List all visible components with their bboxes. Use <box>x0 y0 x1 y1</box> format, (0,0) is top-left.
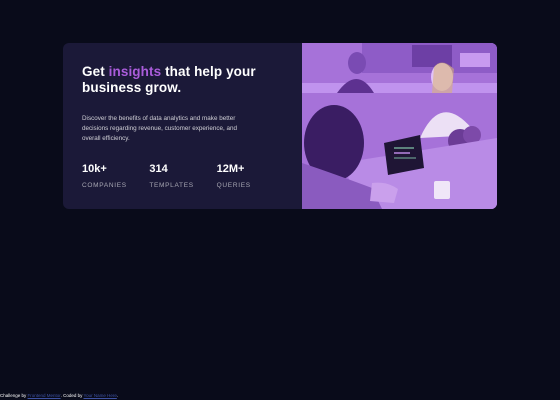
title-accent-word: insights <box>108 64 162 79</box>
author-link[interactable]: Your Name Here <box>84 393 117 398</box>
attribution-suffix: . <box>116 393 119 398</box>
stat-companies: 10k+ Companies <box>82 163 149 189</box>
stat-value: 314 <box>149 163 168 175</box>
attribution-middle: . Coded by <box>60 393 84 398</box>
card-description: Discover the benefits of data analytics … <box>82 115 238 142</box>
stat-value: 10k+ <box>82 163 107 175</box>
card-title: Get insights that help your business gro… <box>82 64 284 96</box>
header-image <box>302 43 497 209</box>
stat-value: 12M+ <box>216 163 245 175</box>
title-before: Get <box>82 64 109 79</box>
attribution-footer: Challenge by Frontend Mentor. Coded by Y… <box>0 393 118 398</box>
card-content: Get insights that help your business gro… <box>63 43 302 209</box>
stat-label: Queries <box>216 182 251 189</box>
office-photo-illustration <box>302 43 497 209</box>
stat-templates: 314 Templates <box>149 163 216 189</box>
stat-queries: 12M+ Queries <box>217 163 284 189</box>
stats-row: 10k+ Companies 314 Templates 12M+ Querie… <box>82 163 284 189</box>
attribution-prefix: Challenge by <box>0 393 28 398</box>
stats-preview-card: Get insights that help your business gro… <box>63 43 497 209</box>
stat-label: Companies <box>82 182 127 189</box>
stat-label: Templates <box>149 182 194 189</box>
challenge-link[interactable]: Frontend Mentor <box>28 393 61 398</box>
